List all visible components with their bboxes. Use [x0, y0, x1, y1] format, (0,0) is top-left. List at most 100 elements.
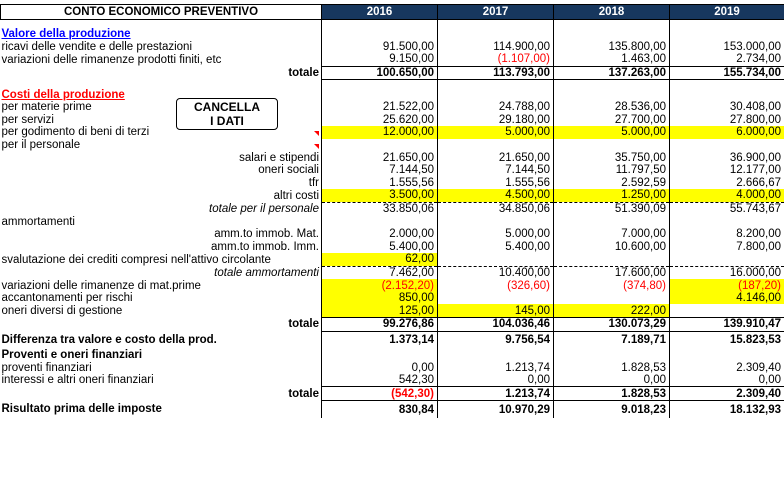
- cell-2016[interactable]: 21.650,00: [321, 151, 438, 164]
- cell-2016[interactable]: 25.620,00: [321, 113, 438, 127]
- cell-2017[interactable]: 5.000,00: [437, 227, 554, 241]
- cell-2017[interactable]: 0,00: [437, 373, 554, 387]
- cell-2018[interactable]: [553, 138, 670, 152]
- cell-2016[interactable]: 0,00: [321, 361, 438, 374]
- cell-2018[interactable]: [553, 291, 670, 305]
- cell-2018[interactable]: [553, 28, 670, 41]
- cell-2017[interactable]: 1.213,74: [437, 386, 554, 402]
- cell-2018[interactable]: 1.463,00: [553, 53, 670, 67]
- cell-2017[interactable]: [437, 215, 554, 228]
- cell-2019[interactable]: 139.910,47: [669, 317, 784, 332]
- cell-2016[interactable]: 33.850,06: [321, 201, 438, 216]
- cell-2019[interactable]: 4.146,00: [669, 291, 784, 305]
- cell-2017[interactable]: [437, 348, 554, 362]
- cell-2018[interactable]: 27.700,00: [553, 113, 670, 127]
- cell-2019[interactable]: 8.200,00: [669, 227, 784, 241]
- cell-2017[interactable]: 5.400,00: [437, 240, 554, 254]
- cell-2018[interactable]: 17.600,00: [553, 265, 670, 280]
- cell-2018[interactable]: [553, 348, 670, 362]
- cell-2016[interactable]: [321, 215, 438, 228]
- cell-2017[interactable]: 114.900,00: [437, 40, 554, 54]
- cell-2016[interactable]: 7.462,00: [321, 265, 438, 280]
- cell-2018[interactable]: 35.750,00: [553, 151, 670, 164]
- cell-2019[interactable]: [669, 88, 784, 101]
- cell-2017[interactable]: 1.213,74: [437, 361, 554, 374]
- cell-2016[interactable]: 2.000,00: [321, 227, 438, 241]
- cell-2018[interactable]: 7.000,00: [553, 227, 670, 241]
- cell-2018[interactable]: [553, 253, 670, 267]
- cell-2018[interactable]: 135.800,00: [553, 40, 670, 54]
- cell-2019[interactable]: [669, 19, 784, 28]
- year-header-2018[interactable]: 2018: [553, 4, 670, 20]
- cell-2017[interactable]: [437, 19, 554, 28]
- year-header-2017[interactable]: 2017: [437, 4, 554, 20]
- cell-2018[interactable]: 2.592,59: [553, 176, 670, 190]
- cell-2018[interactable]: 11.797,50: [553, 163, 670, 177]
- cell-2017[interactable]: 145,00: [437, 304, 554, 318]
- cell-2016[interactable]: 850,00: [321, 291, 438, 305]
- cell-2018[interactable]: 137.263,00: [553, 65, 670, 81]
- cell-2016[interactable]: [321, 348, 438, 362]
- cell-2017[interactable]: 24.788,00: [437, 100, 554, 114]
- cell-2016[interactable]: 9.150,00: [321, 53, 438, 67]
- cell-2016[interactable]: 91.500,00: [321, 40, 438, 54]
- cell-2019[interactable]: [669, 138, 784, 152]
- cell-2016[interactable]: 12.000,00: [321, 126, 438, 139]
- cell-2017[interactable]: 21.650,00: [437, 151, 554, 164]
- cell-2016[interactable]: 21.522,00: [321, 100, 438, 114]
- cell-2019[interactable]: 2.309,40: [669, 386, 784, 402]
- cell-2019[interactable]: 27.800,00: [669, 113, 784, 127]
- cell-2019[interactable]: 36.900,00: [669, 151, 784, 164]
- cell-2016[interactable]: (542,30): [321, 386, 438, 402]
- cell-2019[interactable]: (187,20): [669, 279, 784, 292]
- cell-2017[interactable]: [437, 138, 554, 152]
- cell-2019[interactable]: [669, 304, 784, 318]
- cell-2018[interactable]: [553, 215, 670, 228]
- cell-2019[interactable]: 2.666,67: [669, 176, 784, 190]
- cell-2016[interactable]: [321, 19, 438, 28]
- cell-2016[interactable]: [321, 138, 438, 152]
- cell-2018[interactable]: 28.536,00: [553, 100, 670, 114]
- year-header-2016[interactable]: 2016: [321, 4, 438, 20]
- cell-2019[interactable]: 153.000,00: [669, 40, 784, 54]
- cell-2019[interactable]: 2.734,00: [669, 53, 784, 67]
- cancel-data-button[interactable]: CANCELLA I DATI: [176, 98, 278, 130]
- cell-2016[interactable]: 1.555,56: [321, 176, 438, 190]
- cell-2017[interactable]: [437, 291, 554, 305]
- cell-2017[interactable]: 4.500,00: [437, 189, 554, 203]
- cell-2019[interactable]: 12.177,00: [669, 163, 784, 177]
- cell-2017[interactable]: (326,60): [437, 279, 554, 292]
- cell-2017[interactable]: 113.793,00: [437, 65, 554, 81]
- cell-2016[interactable]: [321, 88, 438, 101]
- cell-2019[interactable]: 0,00: [669, 373, 784, 387]
- cell-2017[interactable]: 104.036,46: [437, 317, 554, 332]
- cell-2017[interactable]: [437, 253, 554, 267]
- cell-2016[interactable]: 7.144,50: [321, 163, 438, 177]
- cell-2017[interactable]: [437, 88, 554, 101]
- cell-2016[interactable]: 62,00: [321, 253, 438, 267]
- cell-2019[interactable]: [669, 28, 784, 41]
- cell-2019[interactable]: 7.800,00: [669, 240, 784, 254]
- cell-2019[interactable]: 2.309,40: [669, 361, 784, 374]
- cell-2018[interactable]: 130.073,29: [553, 317, 670, 332]
- cell-2016[interactable]: 125,00: [321, 304, 438, 318]
- cell-2019[interactable]: 155.734,00: [669, 65, 784, 81]
- cell-2016[interactable]: 100.650,00: [321, 65, 438, 81]
- cell-2018[interactable]: 5.000,00: [553, 126, 670, 139]
- cell-2018[interactable]: 9.018,23: [553, 400, 670, 419]
- cell-2019[interactable]: 6.000,00: [669, 126, 784, 139]
- cell-2018[interactable]: 51.390,09: [553, 201, 670, 216]
- cell-2017[interactable]: [437, 28, 554, 41]
- cell-2019[interactable]: 55.743,67: [669, 201, 784, 216]
- cell-2016[interactable]: 830,84: [321, 400, 438, 419]
- cell-2016[interactable]: 1.373,14: [321, 331, 438, 349]
- cell-2017[interactable]: 7.144,50: [437, 163, 554, 177]
- cell-2019[interactable]: 30.408,00: [669, 100, 784, 114]
- cell-2017[interactable]: 10.970,29: [437, 400, 554, 419]
- cell-2018[interactable]: 1.828,53: [553, 361, 670, 374]
- cell-2016[interactable]: 5.400,00: [321, 240, 438, 254]
- cell-2018[interactable]: (374,80): [553, 279, 670, 292]
- cell-2019[interactable]: 4.000,00: [669, 189, 784, 203]
- cell-2016[interactable]: [321, 79, 438, 89]
- cell-2018[interactable]: 1.250,00: [553, 189, 670, 203]
